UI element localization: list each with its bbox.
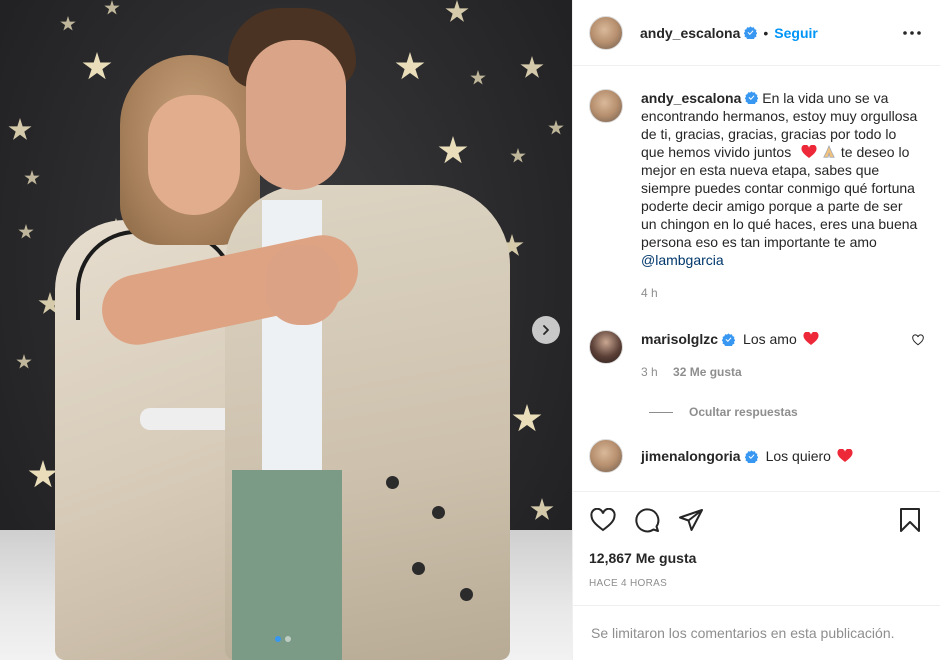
likes-count[interactable]: 12,867 Me gusta [589, 550, 924, 566]
commenter-avatar[interactable] [589, 330, 623, 364]
coat-button [460, 588, 473, 601]
next-photo-button[interactable] [532, 316, 560, 344]
star-decoration [512, 404, 542, 432]
praying-hands-emoji-icon [823, 145, 835, 158]
caption-text: andy_escalona En la vida uno se va encon… [641, 89, 919, 269]
share-button[interactable] [677, 506, 705, 534]
star-decoration [395, 52, 425, 80]
separator-dot: • [763, 24, 769, 41]
verified-badge-icon [722, 332, 736, 346]
comment-icon [635, 508, 660, 533]
carousel-dot [285, 636, 291, 642]
like-button[interactable] [589, 506, 617, 534]
coat-button [412, 562, 425, 575]
comment-text: Los amo [743, 331, 797, 347]
star-decoration [60, 16, 76, 31]
comment-like-heart-icon[interactable] [912, 334, 924, 346]
caption-mention-link[interactable]: @lambgarcia [641, 252, 724, 268]
divider-line [649, 411, 673, 413]
star-decoration [470, 70, 486, 85]
commenter-avatar[interactable] [589, 439, 623, 473]
more-options-button[interactable] [900, 21, 924, 45]
verified-badge-icon [744, 449, 758, 463]
author-avatar[interactable] [589, 15, 623, 50]
comment-likes[interactable]: 32 Me gusta [673, 365, 742, 379]
post-header: andy_escalona • Seguir [573, 0, 940, 66]
post-photo[interactable] [0, 0, 572, 660]
caption-timestamp[interactable]: 4 h [641, 286, 919, 300]
post-timestamp[interactable]: HACE 4 HORAS [589, 578, 924, 589]
comment-text: Los quiero [765, 448, 831, 464]
post-details-panel: andy_escalona • Seguir andy_escalona En … [572, 0, 940, 660]
caption-username[interactable]: andy_escalona [641, 90, 741, 106]
hide-replies-label: Ocultar respuestas [689, 405, 798, 419]
star-decoration [104, 0, 120, 15]
red-heart-emoji-icon [803, 332, 819, 345]
commenter-username[interactable]: marisolglzc [641, 330, 718, 348]
star-decoration [24, 170, 40, 185]
man-face [246, 40, 346, 190]
post-caption: andy_escalona En la vida uno se va encon… [589, 89, 924, 300]
author-avatar[interactable] [589, 89, 623, 123]
author-username[interactable]: andy_escalona [640, 25, 740, 41]
man-pants [232, 470, 342, 660]
comments-limited-notice: Se limitaron los comentarios en esta pub… [573, 605, 940, 660]
coat-button [432, 506, 445, 519]
star-decoration [82, 52, 112, 80]
star-decoration [548, 120, 564, 135]
hide-replies-button[interactable]: Ocultar respuestas [649, 405, 924, 419]
verified-badge-icon [744, 26, 758, 39]
woman-face [148, 95, 240, 215]
star-decoration [438, 136, 468, 164]
commenter-username[interactable]: jimenalongoria [641, 448, 741, 464]
red-heart-emoji-icon [837, 449, 853, 462]
carousel-indicator [275, 636, 291, 642]
follow-button[interactable]: Seguir [774, 25, 818, 41]
comment-item: jimenalongoria Los quiero [589, 439, 924, 473]
star-decoration [18, 224, 34, 239]
star-decoration [520, 56, 544, 78]
star-decoration [28, 460, 58, 488]
comment-item: marisolglzc Los amo 3 h 32 Me gusta [589, 330, 924, 379]
verified-badge-icon [745, 91, 759, 104]
carousel-dot-active [275, 636, 281, 642]
comments-section[interactable]: andy_escalona En la vida uno se va encon… [573, 67, 940, 487]
comment-timestamp[interactable]: 3 h [641, 365, 658, 379]
star-decoration [445, 0, 469, 22]
save-button[interactable] [896, 506, 924, 534]
post-actions: 12,867 Me gusta HACE 4 HORAS [573, 491, 940, 589]
star-decoration [510, 148, 526, 163]
man-hand [265, 245, 340, 325]
chevron-right-icon [543, 325, 549, 335]
bookmark-icon [900, 508, 920, 532]
comment-button[interactable] [633, 506, 661, 534]
star-decoration [8, 118, 32, 140]
more-options-icon [903, 30, 921, 35]
star-decoration [530, 498, 554, 520]
coat-button [386, 476, 399, 489]
share-icon [679, 509, 703, 531]
red-heart-emoji-icon [801, 145, 817, 158]
heart-icon [590, 508, 616, 532]
star-decoration [16, 354, 32, 369]
